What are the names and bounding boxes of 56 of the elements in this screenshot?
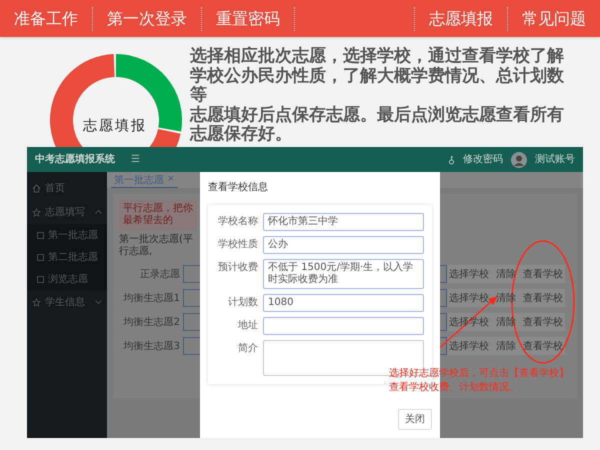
nav-link[interactable]: 第一次登录: [93, 6, 202, 30]
field-label: 学校性质: [217, 238, 258, 252]
field-label: 学校名称: [217, 214, 258, 229]
close-button[interactable]: 关闭: [398, 409, 432, 430]
home-icon: [32, 184, 41, 192]
star-icon: [32, 298, 41, 306]
modal-title: 查看学校信息: [207, 180, 269, 195]
info-field[interactable]: 公办: [263, 236, 424, 254]
action-link[interactable]: 选择学校: [447, 314, 491, 330]
sidebar-item[interactable]: 学生信息: [27, 290, 107, 314]
nav-link[interactable]: 常见问题: [508, 6, 600, 30]
row-label: 均衡生志愿3: [122, 340, 181, 354]
action-link[interactable]: 清除: [491, 338, 521, 354]
nav-link[interactable]: 志愿填报: [414, 6, 508, 30]
info-field[interactable]: 1080: [263, 294, 424, 312]
instruction-text: 选择相应批次志愿，选择学校，通过查看学校了解学校公办民办性质，了解大概学费情况、总计划数等: [190, 47, 565, 106]
nav-link[interactable]: 重置密码: [202, 6, 295, 30]
action-link[interactable]: 选择学校: [447, 266, 491, 282]
card-title: 第一批次志愿(平行志愿,: [119, 234, 194, 258]
field-label: 预计收费: [217, 260, 258, 275]
sidebar-subitem[interactable]: 浏览志愿: [27, 268, 107, 290]
info-field[interactable]: 怀化市第三中学: [263, 213, 424, 231]
star-icon: [32, 208, 41, 216]
field-label: 简介: [237, 342, 258, 356]
action-link[interactable]: 选择学校: [447, 338, 491, 354]
list-icon: [37, 254, 44, 260]
sidebar-subitem[interactable]: 第二批志愿: [27, 246, 107, 268]
sidebar-item[interactable]: 志愿填写: [27, 200, 107, 224]
action-link[interactable]: 查看学校: [521, 266, 565, 282]
nav-link[interactable]: 准备工作: [0, 6, 93, 30]
menu-icon[interactable]: ☰: [131, 152, 140, 167]
list-icon: [37, 276, 44, 282]
close-icon[interactable]: ×: [167, 173, 175, 187]
key-icon: [448, 154, 455, 164]
sidebar-subitem[interactable]: 第一批志愿: [27, 224, 107, 246]
tab[interactable]: 第一批志愿 ×: [111, 173, 178, 188]
field-label: 地址: [237, 318, 258, 333]
field-label: 计划数: [227, 296, 258, 310]
row-label: 均衡生志愿2: [122, 316, 181, 330]
info-field[interactable]: [263, 317, 424, 335]
action-link[interactable]: 选择学校: [447, 290, 491, 306]
row-label: 均衡生志愿1: [122, 292, 181, 306]
info-field[interactable]: 不低于 1500元/学期·生，以入学时实际收费为准: [263, 259, 424, 289]
action-link[interactable]: 查看学校: [521, 290, 565, 306]
account-name[interactable]: 测试账号: [535, 152, 575, 167]
action-link[interactable]: 查看学校: [521, 314, 565, 330]
alert-text: 平行志愿，把你最希望去的: [123, 203, 193, 227]
app-title: 中考志愿填报系统: [35, 152, 115, 167]
action-link[interactable]: 查看学校: [521, 338, 565, 354]
instruction-text: 志愿填好后点保存志愿。最后点浏览志愿查看所有志愿保存好。: [190, 106, 565, 144]
avatar-icon[interactable]: [511, 152, 527, 168]
donut-label: 志愿填报: [83, 117, 147, 136]
change-password-link[interactable]: 修改密码: [463, 152, 503, 167]
row-label: 正录志愿: [139, 268, 181, 282]
sidebar-item[interactable]: 首页: [27, 176, 107, 200]
list-icon: [37, 232, 44, 238]
